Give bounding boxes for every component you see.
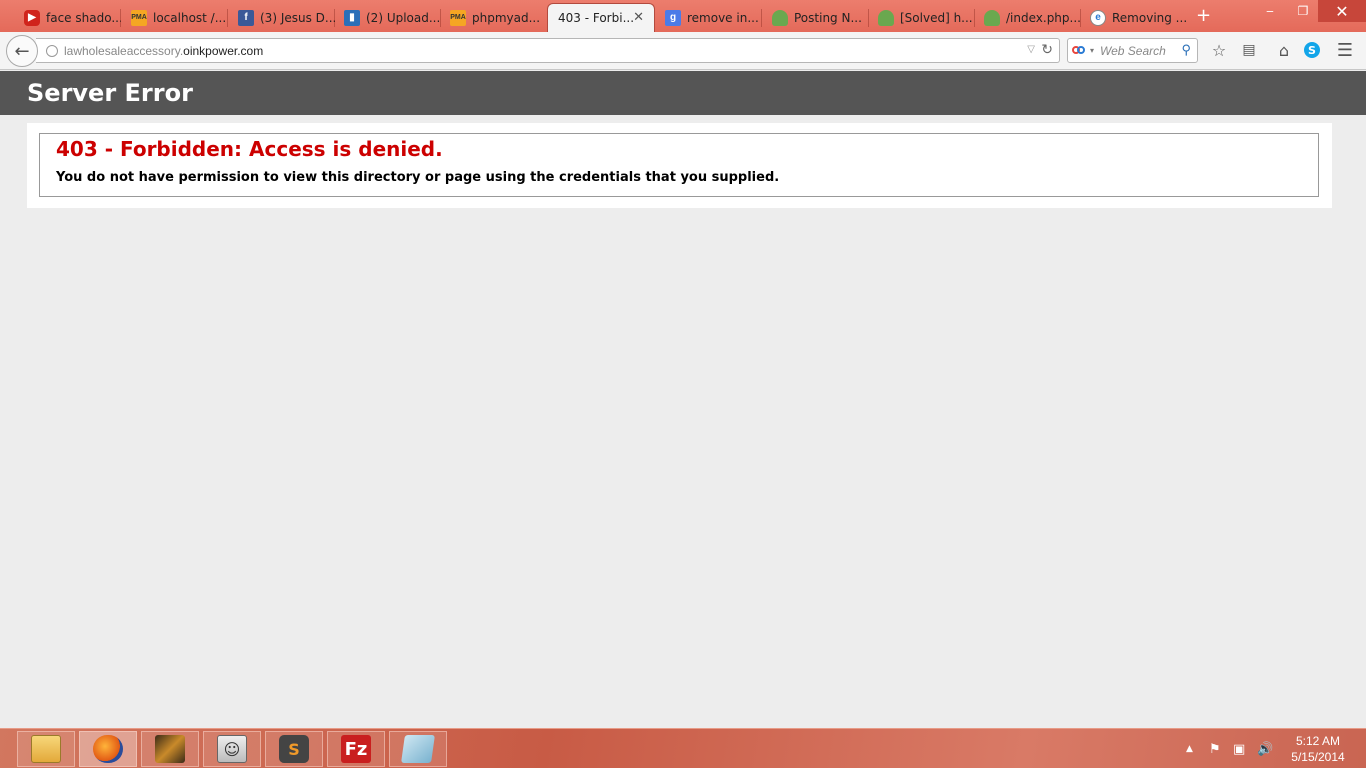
system-clock[interactable]: 5:12 AM 5/15/2014 (1282, 733, 1354, 765)
tab-strip: ▶ face shado... PMA localhost /... f (3)… (0, 0, 1366, 32)
tab-upload[interactable]: ▮ (2) Upload... (320, 3, 441, 32)
taskbar-anime-app[interactable]: ☺ (203, 731, 261, 767)
show-hidden-icons-icon[interactable]: ▲ (1186, 729, 1193, 768)
tab-label: phpmyad... (472, 10, 541, 25)
url-domain: oinkpower.com (183, 43, 264, 58)
firefox-icon (93, 735, 123, 763)
minimize-icon[interactable]: ‒ (1257, 0, 1283, 22)
taskbar-sublime-text[interactable]: S (265, 731, 323, 767)
globe-icon (46, 44, 58, 57)
tab-localhost[interactable]: PMA localhost /... (107, 3, 228, 32)
restore-icon[interactable]: ❐ (1290, 0, 1316, 22)
anime-app-icon: ☺ (217, 735, 247, 763)
facebook-icon: f (238, 9, 254, 26)
page-title: Server Error (27, 79, 193, 107)
phpmyadmin-icon: PMA (450, 9, 466, 26)
volume-icon[interactable]: 🔊 (1257, 729, 1273, 768)
new-tab-button[interactable]: + (1196, 5, 1211, 26)
google-icon: g (665, 9, 681, 26)
taskbar-firefox[interactable] (79, 731, 137, 767)
taskbar-filezilla[interactable]: Fz (327, 731, 385, 767)
sublime-text-icon: S (279, 735, 309, 763)
url-subdomain: lawholesaleaccessory. (64, 43, 184, 58)
network-icon[interactable]: ▣ (1233, 729, 1245, 768)
trello-icon: ▮ (344, 9, 360, 26)
tab-posting[interactable]: Posting N... (748, 3, 869, 32)
bookmarks-list-icon[interactable]: ▤ (1239, 40, 1259, 60)
close-window-icon[interactable]: ✕ (1318, 0, 1366, 22)
search-engine-dropdown-icon[interactable]: ▾ (1090, 46, 1094, 55)
navigation-bar: lawholesaleaccessory. oinkpower.com ▽ ↻ ←… (0, 32, 1366, 70)
reload-icon[interactable]: ↻ (1041, 41, 1053, 58)
bookmark-star-icon[interactable]: ☆ (1209, 40, 1229, 60)
filezilla-icon: Fz (341, 735, 371, 763)
tab-youtube[interactable]: ▶ face shado... (0, 3, 121, 32)
error-title: 403 - Forbidden: Access is denied. (56, 137, 443, 161)
content-panel: 403 - Forbidden: Access is denied. You d… (27, 123, 1332, 208)
error-box: 403 - Forbidden: Access is denied. You d… (39, 133, 1319, 197)
menu-icon[interactable]: ☰ (1335, 40, 1355, 61)
taskbar-notepad[interactable] (389, 731, 447, 767)
notepad-icon (401, 735, 435, 763)
tab-label: Posting N... (794, 10, 862, 25)
clock-time: 5:12 AM (1295, 734, 1341, 748)
taskbar-game[interactable] (141, 731, 199, 767)
tab-403-forbidden[interactable]: 403 - Forbi... ✕ (547, 3, 655, 32)
error-message: You do not have permission to view this … (56, 170, 780, 185)
home-icon[interactable]: ⌂ (1274, 40, 1294, 60)
game-icon (155, 735, 185, 763)
youtube-icon: ▶ (24, 9, 40, 26)
tab-solved[interactable]: [Solved] h... (854, 3, 975, 32)
tab-facebook[interactable]: f (3) Jesus D... (214, 3, 335, 32)
history-dropdown-icon[interactable]: ▽ (1027, 44, 1035, 55)
tab-removing[interactable]: e Removing ... (1066, 3, 1187, 32)
forum-icon (772, 9, 788, 26)
forum-icon (878, 9, 894, 26)
tab-index-php[interactable]: /index.php... (960, 3, 1081, 32)
clock-date: 5/15/2014 (1291, 750, 1345, 764)
url-bar[interactable]: lawholesaleaccessory. oinkpower.com ▽ ↻ (36, 38, 1060, 63)
tab-google[interactable]: g remove in... (641, 3, 762, 32)
search-bar[interactable]: ▾ Web Search ⚲ (1067, 38, 1198, 63)
skype-icon[interactable]: S (1302, 40, 1322, 60)
file-explorer-icon (31, 735, 61, 763)
search-icon[interactable]: ⚲ (1181, 42, 1191, 58)
back-button[interactable]: ← (6, 35, 38, 67)
search-engine-icon[interactable] (1072, 45, 1086, 57)
phpmyadmin-icon: PMA (131, 9, 147, 26)
network-adapter-icon[interactable]: ⚑ (1209, 729, 1221, 768)
taskbar-file-explorer[interactable] (17, 731, 75, 767)
back-arrow-icon: ← (14, 40, 30, 62)
taskbar: ☺ S Fz ▲ ⚑ ▣ 🔊 5:12 AM 5/15/2014 (0, 728, 1366, 768)
forum-icon (984, 9, 1000, 26)
ie-icon: e (1090, 9, 1106, 26)
tab-phpmyadmin[interactable]: PMA phpmyad... (426, 3, 547, 32)
tab-label: 403 - Forbi... (558, 11, 635, 25)
tab-label: Removing ... (1112, 10, 1187, 25)
search-placeholder: Web Search (1100, 43, 1166, 58)
page-header: Server Error (0, 71, 1366, 115)
